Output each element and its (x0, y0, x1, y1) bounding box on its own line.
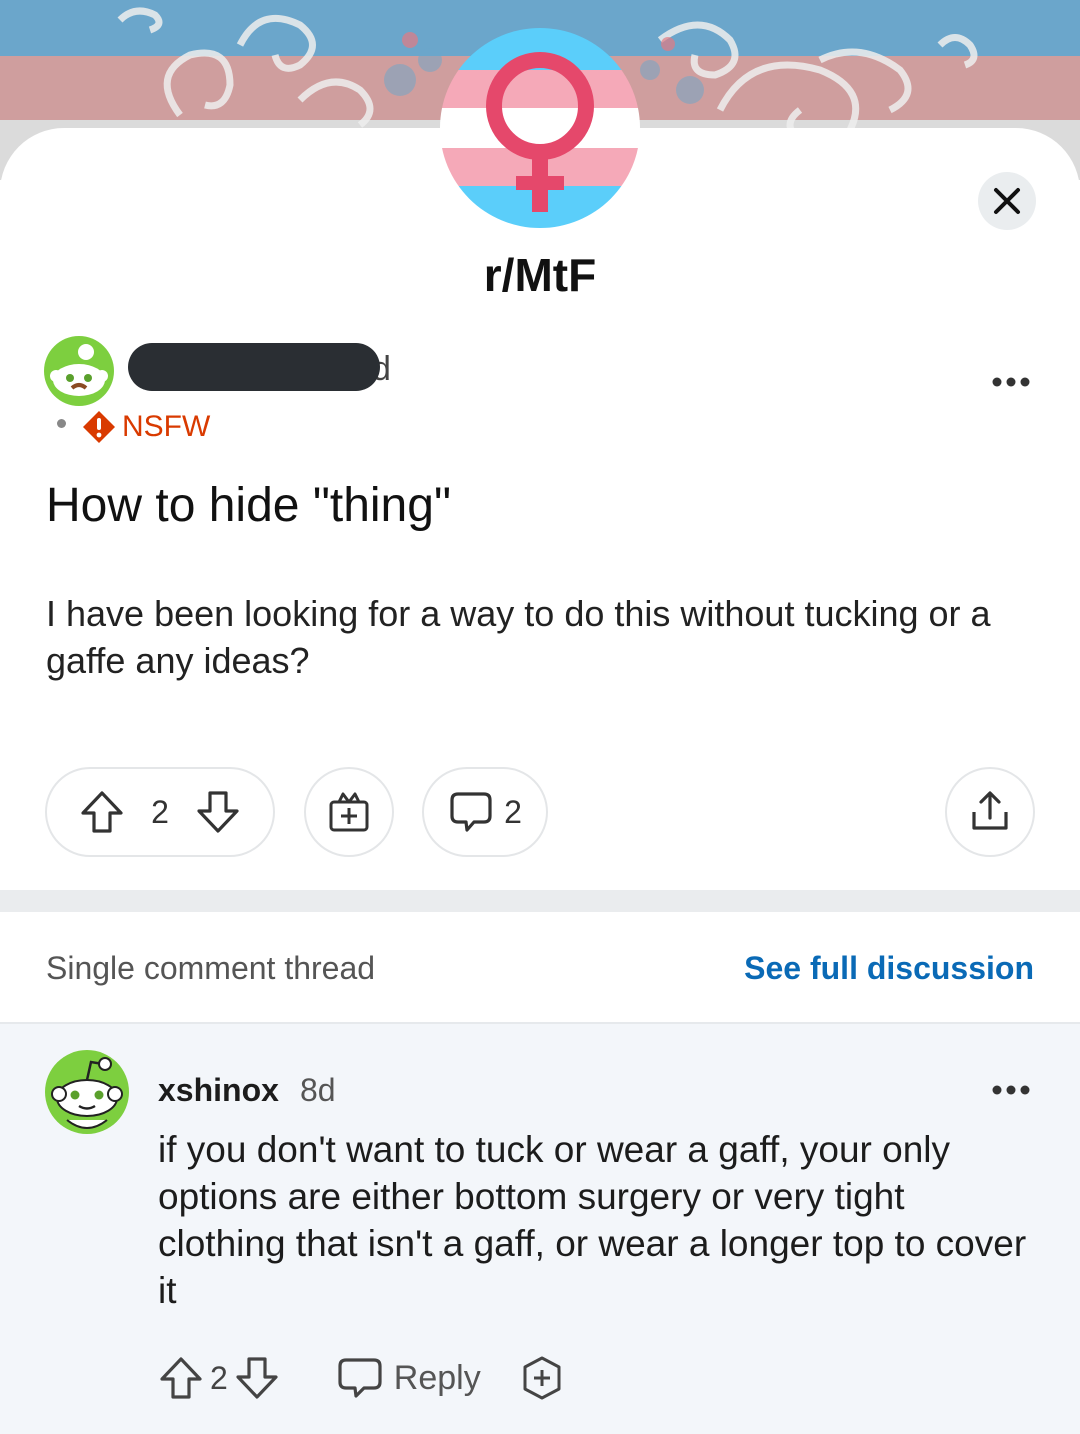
comment-actions: 2 Reply (158, 1350, 565, 1406)
comment-bubble-icon (338, 1358, 382, 1398)
comment-downvote-button[interactable] (234, 1355, 280, 1401)
snoo-avatar-icon (51, 1057, 123, 1129)
post-body: I have been looking for a way to do this… (46, 593, 991, 681)
more-options-icon (992, 1085, 1030, 1095)
downvote-arrow-icon (236, 1357, 278, 1399)
subreddit-icon[interactable] (440, 28, 640, 228)
more-options-icon (992, 377, 1030, 387)
upvote-arrow-icon (160, 1357, 202, 1399)
nsfw-badge: NSFW (82, 410, 210, 444)
share-icon (972, 791, 1008, 830)
award-button[interactable] (304, 767, 394, 857)
vote-pill: 2 (45, 767, 275, 857)
award-icon (523, 1356, 561, 1400)
share-button[interactable] (945, 767, 1035, 857)
nsfw-label: NSFW (122, 410, 211, 443)
comments-button[interactable]: 2 (422, 767, 548, 857)
female-symbol-icon (486, 52, 594, 212)
comment-age: 8d (300, 1072, 336, 1108)
comment-username[interactable]: xshinox (158, 1072, 279, 1109)
meta-separator-dot (57, 419, 66, 428)
post-title: How to hide "thing" (46, 479, 451, 532)
comment-award-button[interactable] (519, 1355, 565, 1401)
comment-more-options-button[interactable] (992, 1070, 1030, 1104)
reply-button[interactable]: Reply (336, 1356, 481, 1400)
post-more-options-button[interactable] (992, 362, 1030, 396)
post-comment-count: 2 (504, 793, 522, 830)
thread-label: Single comment thread (46, 950, 376, 986)
section-divider (0, 890, 1080, 912)
downvote-button[interactable] (195, 789, 241, 835)
award-icon (329, 792, 369, 832)
upvote-button[interactable] (79, 789, 125, 835)
snoo-avatar-icon (50, 344, 108, 396)
post-vote-count: 2 (151, 793, 169, 830)
comment-vote-count: 2 (210, 1359, 228, 1396)
upvote-arrow-icon (81, 791, 123, 833)
nsfw-alert-icon (83, 411, 115, 443)
post-author-avatar[interactable] (44, 336, 114, 406)
comment-bubble-icon (450, 792, 492, 832)
close-button[interactable] (978, 172, 1036, 230)
redacted-username (128, 343, 380, 391)
comment-author-avatar[interactable] (45, 1050, 129, 1134)
comment-body: if you don't want to tuck or wear a gaff… (158, 1129, 1027, 1311)
subreddit-name[interactable]: r/MtF (0, 248, 1080, 302)
downvote-arrow-icon (197, 791, 239, 833)
see-full-discussion-link[interactable]: See full discussion (744, 950, 1034, 987)
reply-label: Reply (393, 1358, 481, 1397)
close-icon (994, 188, 1020, 214)
comment-upvote-button[interactable] (158, 1355, 204, 1401)
